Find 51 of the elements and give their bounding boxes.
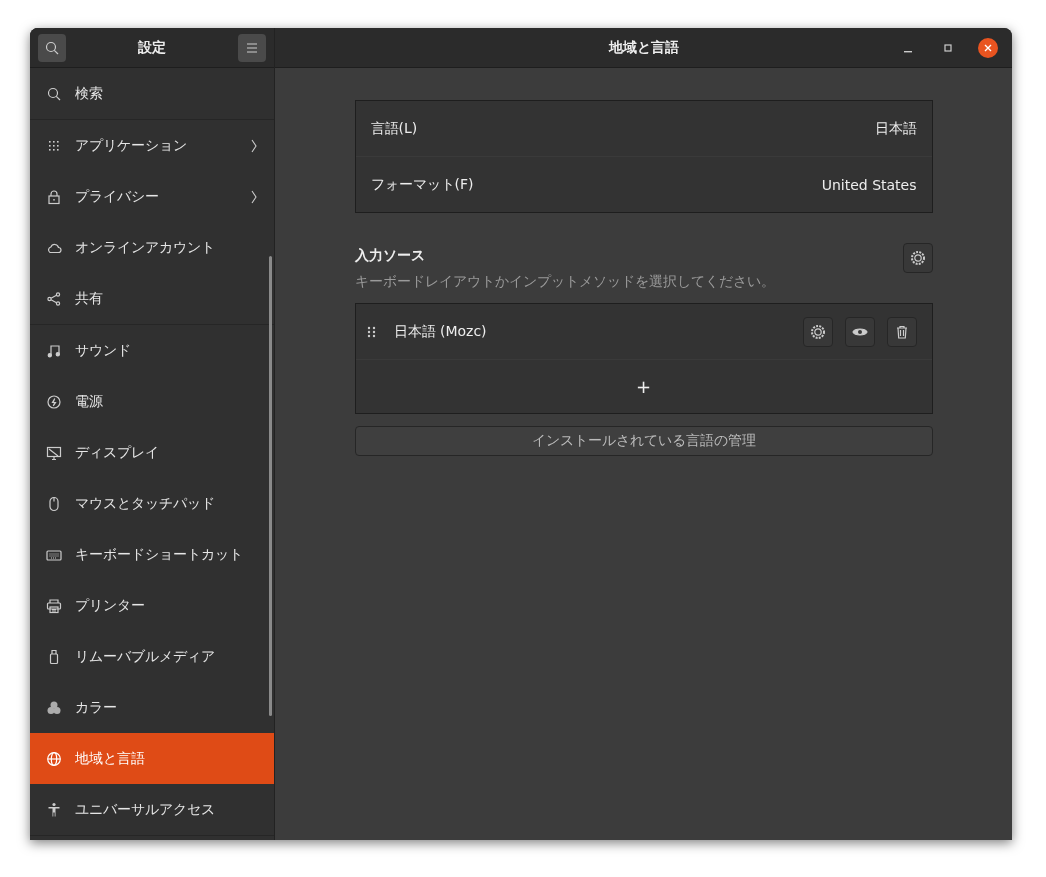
color-circles-icon [46,699,62,716]
sidebar-item[interactable]: 共有 [30,273,274,324]
search-button[interactable] [38,33,66,62]
section-description: キーボードレイアウトかインプットメソッドを選択してください。 [354,273,775,291]
music-note-icon [46,342,62,359]
mouse-icon [46,495,62,512]
sidebar-item[interactable]: 地域と言語 [30,733,274,784]
remove-button[interactable] [886,316,917,347]
sidebar-item[interactable]: 電源 [30,376,274,427]
section-heading: 入力ソース [354,247,426,265]
manage-languages-button[interactable]: インストールされている言語の管理 [354,426,933,456]
search-icon [44,39,60,56]
sidebar-item[interactable]: ディスプレイ [30,427,274,478]
add-input-source-button[interactable]: + [355,359,932,413]
sidebar-item[interactable]: プライバシー [30,171,274,222]
sidebar-item[interactable]: キーボードショートカット [30,529,274,580]
maximize-icon [942,42,954,54]
input-source-name: 日本語 (Mozc) [393,322,488,341]
sidebar-item[interactable]: マウスとタッチパッド [30,478,274,529]
sidebar-item[interactable]: オンラインアカウント [30,222,274,273]
window-title: 地域と言語 [608,38,679,57]
share-icon [46,290,62,307]
setting-value[interactable]: United States [821,176,917,193]
printer-icon [46,597,62,614]
power-icon [46,393,62,410]
minimize-icon [904,51,912,53]
menu-button[interactable] [238,33,266,62]
lock-icon [46,188,62,205]
setting-label: 言語(L) [370,119,418,138]
close-button[interactable] [978,38,998,58]
sidebar-item[interactable]: 検索 [30,68,274,119]
sidebar-title: 設定 [138,38,166,57]
search-icon [46,85,62,102]
gear-icon [909,250,926,266]
sidebar-item[interactable]: サウンド [30,325,274,376]
sidebar-item[interactable]: ユニバーサルアクセス [30,784,274,835]
settings-button[interactable] [802,316,833,347]
preview-button[interactable] [844,316,875,347]
sidebar-item[interactable]: プリンター [30,580,274,631]
display-icon [46,444,62,461]
options-button[interactable] [902,243,933,273]
setting-value[interactable]: 日本語 [874,119,917,138]
accessibility-person-icon [46,801,62,818]
setting-label: フォーマット(F) [370,175,474,194]
scrollbar[interactable] [269,256,272,716]
globe-icon [46,750,62,767]
sidebar-item[interactable]: カラー [30,682,274,733]
sidebar-item[interactable]: アプリケーション [30,120,274,171]
gear-icon [809,323,826,340]
close-icon [982,42,994,54]
sidebar-item[interactable]: リムーバブルメディア [30,631,274,682]
